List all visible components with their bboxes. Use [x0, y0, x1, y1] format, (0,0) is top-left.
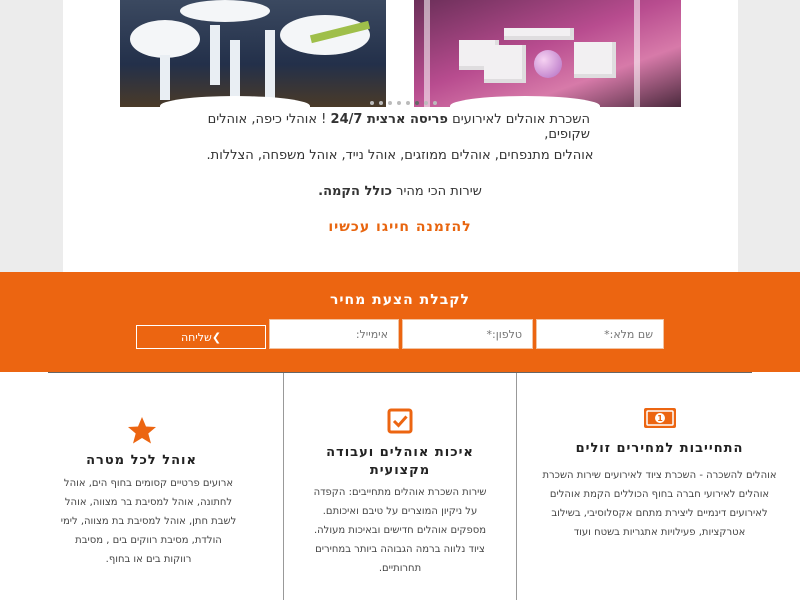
quote-title: לקבלת הצעת מחיר — [329, 292, 471, 308]
carousel-dot[interactable] — [388, 101, 392, 105]
svg-text:1: 1 — [657, 414, 663, 423]
feature-title: אוהל לכל מטרה — [86, 453, 197, 468]
feature-text: שירות השכרת אוהלים מתחייבים: הקפדה על ני… — [313, 487, 487, 574]
intro-line-1-bold: פריסה ארצית 24/7 — [330, 112, 448, 127]
features-section: 1 התחייבות למחירים זולים אוהלים להשכרה -… — [0, 372, 800, 600]
features-divider — [48, 372, 752, 373]
full-name-field[interactable] — [536, 319, 664, 349]
star-icon — [127, 417, 156, 444]
carousel-dot[interactable] — [433, 101, 437, 105]
send-icon: ❯ — [211, 330, 222, 344]
quote-band — [0, 272, 800, 372]
gallery-image-lounge-tent[interactable] — [414, 0, 681, 107]
carousel-dot[interactable] — [370, 101, 374, 105]
intro-line-1: השכרת אוהלים לאירועים פריסה ארצית 24/7 !… — [207, 112, 590, 142]
feature-text: אוהלים להשכרה - השכרת ציוד לאירועים שירו… — [542, 470, 777, 538]
email-field[interactable] — [269, 319, 399, 349]
money-icon: 1 — [643, 408, 676, 428]
send-button[interactable]: ❯שליחה — [136, 325, 266, 349]
gallery-image-banquet-tables[interactable] — [120, 0, 386, 107]
send-label: שליחה — [180, 330, 212, 344]
carousel-dot[interactable] — [406, 101, 410, 105]
feature-title: התחייבות למחירים זולים — [575, 441, 744, 456]
carousel-dots[interactable] — [370, 101, 437, 105]
carousel-dot[interactable] — [397, 101, 401, 105]
page: השכרת אוהלים לאירועים פריסה ארצית 24/7 !… — [0, 0, 800, 600]
feature-quality: איכות אוהלים ועבודה מקצועית שירות השכרת … — [283, 372, 517, 600]
intro-line-2: אוהלים מתנפחים, אוהלים ממוזגים, אוהל ניי… — [206, 148, 594, 163]
checkbox-icon — [387, 408, 413, 434]
carousel-dot[interactable] — [424, 101, 428, 105]
feature-cheap-prices: 1 התחייבות למחירים זולים אוהלים להשכרה -… — [519, 372, 800, 600]
feature-title: איכות אוהלים ועבודה מקצועית — [326, 445, 474, 478]
intro-line-3: שירות הכי מהיר כולל הקמה. — [318, 184, 482, 199]
call-now-link[interactable]: להזמנה חייגו עכשיו — [0, 219, 800, 235]
feature-every-purpose: אוהל לכל מטרה ארועים פרטיים קסומים בחוף … — [0, 372, 283, 600]
carousel-dot[interactable] — [379, 101, 383, 105]
carousel-dot[interactable] — [415, 101, 419, 105]
feature-text: ארועים פרטיים קסומים בחוף הים, אוהל לחתו… — [60, 478, 237, 565]
phone-field[interactable] — [402, 319, 533, 349]
intro-line-3-bold: כולל הקמה. — [318, 184, 393, 199]
